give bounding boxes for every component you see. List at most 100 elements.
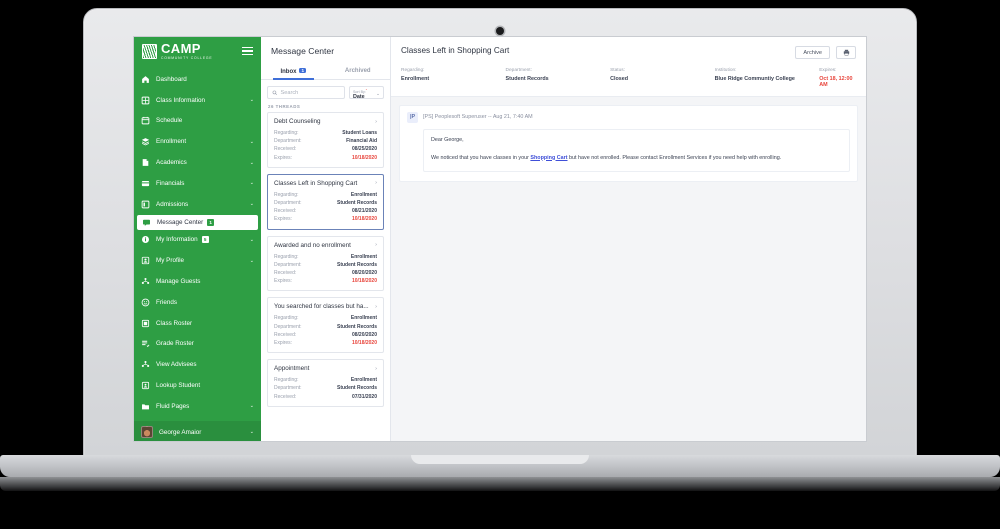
list-item-regarding: Regarding: Enrollment (274, 253, 377, 260)
sidebar-item-grade-roster[interactable]: Grade Roster (134, 334, 261, 355)
brand-subtitle: COMMUNITY COLLEGE (161, 55, 213, 60)
chevron-down-icon: ⌄ (249, 201, 254, 208)
sidebar-user-row[interactable]: George Amaior ⌄ (134, 421, 261, 441)
student-icon (141, 381, 150, 390)
message-paragraph: We noticed that you have classes in your… (431, 154, 842, 163)
book-icon (141, 158, 150, 167)
message-text-before: We noticed that you have classes in your (431, 154, 531, 161)
sidebar: CAMP COMMUNITY COLLEGE Dashboard Class I… (134, 37, 261, 441)
message-body: Dear George, We noticed that you have cl… (423, 128, 850, 172)
sidebar-item-academics[interactable]: Academics ⌄ (134, 152, 261, 173)
webcam-icon (496, 27, 504, 35)
search-placeholder: Search (280, 89, 299, 96)
list-item-department: Department: Student Records (274, 261, 377, 268)
list-item-expires: Expires: 10/18/2020 (274, 278, 377, 285)
list-item[interactable]: Awarded and no enrollment › Regarding: En… (267, 235, 384, 292)
sidebar-item-label: View Advisees (156, 361, 197, 369)
chevron-right-icon: › (375, 180, 377, 187)
sidebar-item-my-information[interactable]: My Information 5 ⌄ (134, 230, 261, 251)
tab-inbox-count: 1 (299, 68, 307, 73)
hamburger-icon[interactable] (242, 47, 253, 55)
list-item[interactable]: Debt Counseling › Regarding: Student Loan… (267, 112, 384, 168)
meta-status: Status: Closed (610, 68, 629, 82)
chat-icon (142, 218, 151, 227)
chevron-down-icon: ⌄ (249, 97, 254, 104)
search-row: Search Sort By:* Date ⌄ (261, 80, 390, 100)
camp-logo-icon (142, 43, 157, 59)
list-item-department: Department: Student Records (274, 385, 377, 392)
brand-header[interactable]: CAMP COMMUNITY COLLEGE (134, 37, 261, 65)
threads-count: 26 THREADS (268, 104, 301, 109)
list-item-title: Debt Counseling (274, 118, 321, 125)
screenshot-stage: CAMP COMMUNITY COLLEGE Dashboard Class I… (0, 0, 1000, 529)
user-name: George Amaior (159, 428, 202, 436)
print-button[interactable] (836, 46, 856, 59)
info-badge: 5 (201, 236, 209, 244)
meta-expires: Expires: Oct 18, 12:00 AM (819, 68, 856, 88)
sidebar-item-manage-guests[interactable]: Manage Guests (134, 271, 261, 292)
shopping-cart-link[interactable]: Shopping Cart (530, 155, 567, 161)
sidebar-item-view-advisees[interactable]: View Advisees (134, 354, 261, 375)
grid-icon (141, 96, 150, 105)
list-item-received: Received: 07/31/2020 (274, 393, 377, 400)
avatar (141, 426, 153, 438)
sidebar-item-enrollment[interactable]: Enrollment ⌄ (134, 131, 261, 152)
sidebar-item-friends[interactable]: Friends (134, 292, 261, 313)
sidebar-item-message-center[interactable]: Message Center 1 (137, 214, 258, 230)
search-input[interactable]: Search (267, 86, 345, 99)
sidebar-item-dashboard[interactable]: Dashboard (134, 69, 261, 90)
detail-meta: Regarding: Enrollment Department: Studen… (401, 68, 856, 88)
sidebar-item-financials[interactable]: Financials ⌄ (134, 173, 261, 194)
sort-by-select[interactable]: Sort By:* Date ⌄ (349, 86, 384, 100)
list-item-expires: Expires: 10/18/2020 (274, 154, 377, 161)
list-item[interactable]: You searched for classes but ha... › Reg… (267, 297, 384, 354)
list-item-department: Department: Student Records (274, 200, 377, 207)
sidebar-item-label: Friends (156, 298, 177, 306)
detail-actions: Archive (795, 46, 856, 59)
message-item: |P [PS] Peoplesoft Superuser -- Aug 21, … (399, 104, 858, 182)
chevron-down-icon: ⌄ (249, 138, 254, 145)
sidebar-item-schedule[interactable]: Schedule (134, 111, 261, 132)
sidebar-item-admissions[interactable]: Admissions ⌄ (134, 194, 261, 215)
sidebar-item-label: Schedule (156, 117, 183, 125)
sidebar-item-my-profile[interactable]: My Profile ⌄ (134, 250, 261, 271)
chevron-down-icon: ⌄ (249, 180, 254, 187)
list-item-regarding: Regarding: Enrollment (274, 377, 377, 384)
sidebar-item-label: Class Information (156, 96, 205, 104)
chevron-down-icon: ⌄ (249, 429, 254, 435)
message-text-after: but have not enrolled. Please contact En… (567, 154, 782, 161)
tab-archived[interactable]: Archived (326, 64, 391, 79)
sidebar-item-class-roster[interactable]: Class Roster (134, 313, 261, 334)
list-item-regarding: Regarding: Student Loans (274, 130, 377, 136)
list-item-header: Awarded and no enrollment › (274, 242, 377, 249)
list-item-received: Received: 08/21/2020 (274, 208, 377, 215)
message-thread: |P [PS] Peoplesoft Superuser -- Aug 21, … (391, 97, 866, 182)
sidebar-item-label: Enrollment (156, 138, 187, 146)
sidebar-item-class-information[interactable]: Class Information ⌄ (134, 90, 261, 111)
chevron-right-icon: › (375, 118, 377, 125)
brand-text: CAMP COMMUNITY COLLEGE (161, 42, 212, 60)
people-icon (141, 360, 150, 369)
sidebar-item-label: Class Roster (156, 319, 193, 327)
page-title: Message Center (271, 46, 335, 56)
sidebar-item-label: Academics (156, 159, 187, 167)
archive-button[interactable]: Archive (795, 46, 830, 59)
sidebar-item-label: My Profile (156, 257, 184, 265)
laptop-base (0, 455, 1000, 477)
list-item[interactable]: Appointment › Regarding: Enrollment Depar… (267, 359, 384, 407)
list-item-header: Appointment › (274, 365, 377, 372)
message-tabs: Inbox 1 Archived (261, 64, 390, 80)
list-item-title: Appointment (274, 365, 310, 373)
sidebar-item-label: Message Center (157, 218, 204, 226)
sidebar-item-fluid-pages[interactable]: Fluid Pages ⌄ (134, 396, 261, 417)
sidebar-item-label: Fluid Pages (156, 402, 190, 410)
list-item-received: Received: 08/25/2020 (274, 146, 377, 153)
meta-institution: Institution: Blue Ridge Communtiy Colleg… (714, 68, 795, 82)
tab-inbox[interactable]: Inbox 1 (261, 64, 326, 80)
brand-name: CAMP (161, 41, 201, 57)
list-item[interactable]: Classes Left in Shopping Cart › Regardin… (267, 173, 384, 230)
list-item-received: Received: 08/20/2020 (274, 331, 377, 338)
chevron-right-icon: › (375, 242, 377, 249)
note-icon (141, 200, 150, 209)
sidebar-item-lookup-student[interactable]: Lookup Student (134, 375, 261, 396)
